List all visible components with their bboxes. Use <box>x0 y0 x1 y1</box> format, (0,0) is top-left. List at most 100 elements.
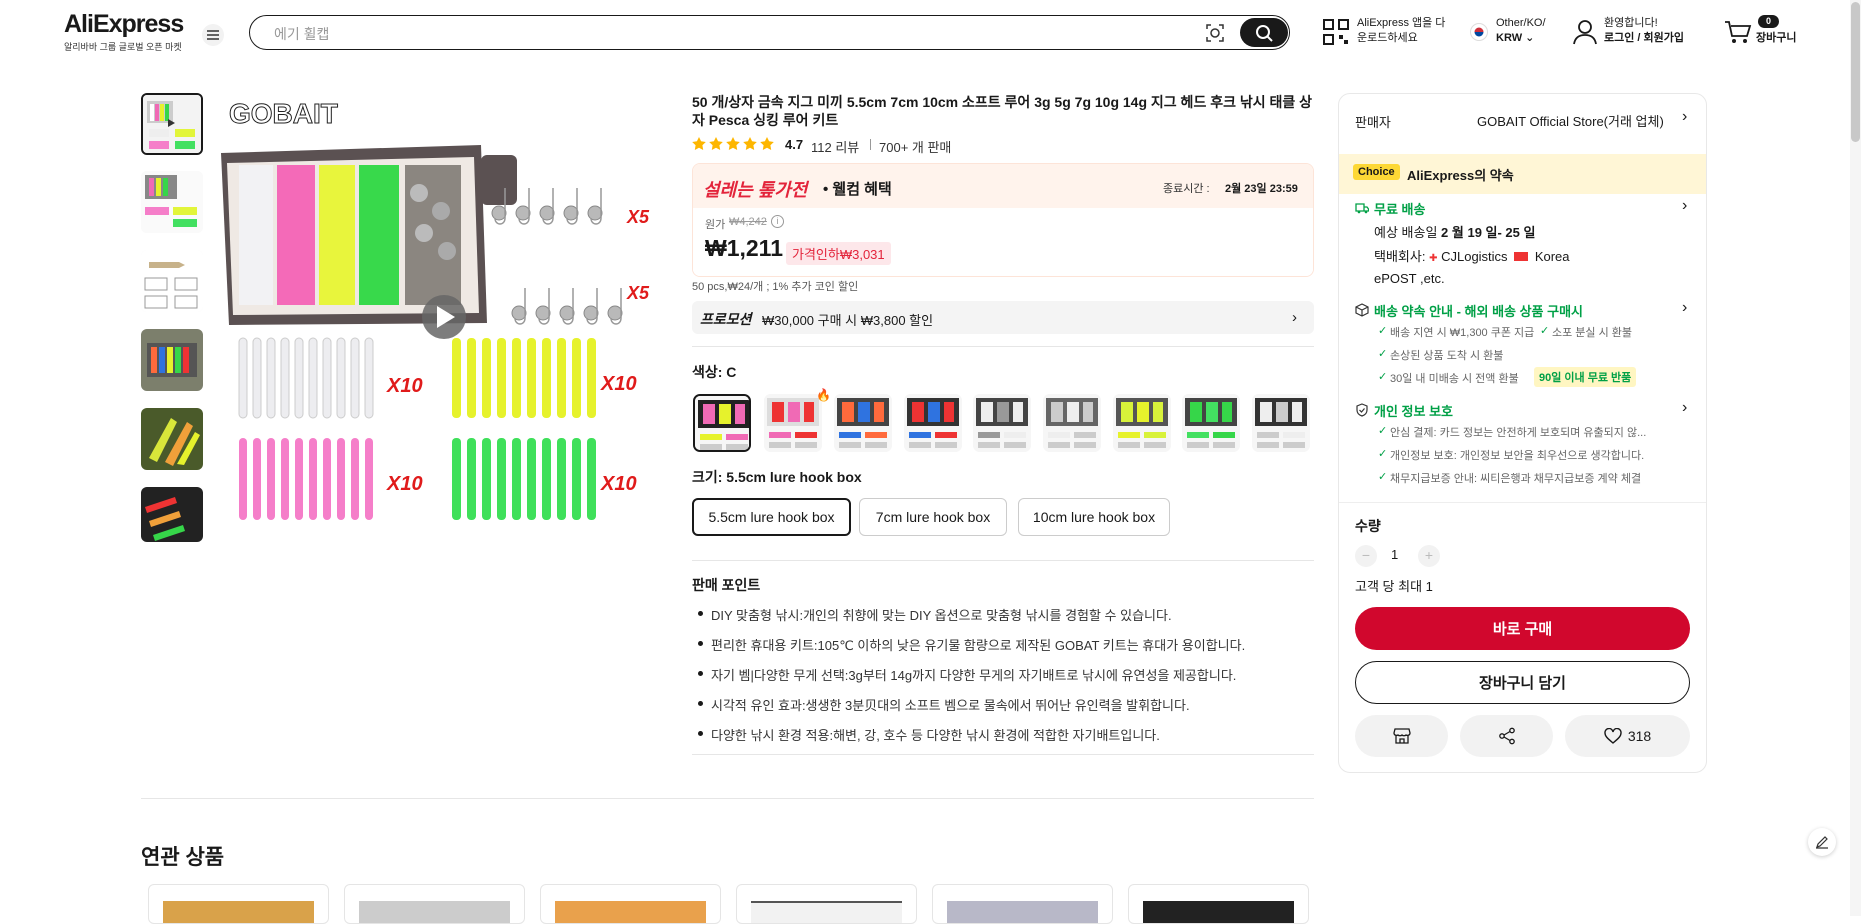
event-name: 설레는 톺가전 <box>703 180 808 200</box>
color-swatch-3[interactable] <box>834 394 892 452</box>
chevron-right-icon[interactable]: › <box>1682 399 1687 417</box>
divider <box>692 560 1314 561</box>
logo-tagline: 알리바바 그룹 글로벌 오픈 마켓 <box>64 42 182 52</box>
size-option-5-5cm[interactable]: 5.5cm lure hook box <box>692 498 851 536</box>
review-count[interactable]: 112 리뷰 <box>811 137 859 156</box>
rating-stars[interactable] <box>692 137 777 151</box>
info-icon[interactable]: i <box>771 215 784 228</box>
purchase-panel: 판매자 GOBAIT Official Store(거래 업체) › Choic… <box>1338 93 1707 773</box>
play-video-icon[interactable] <box>422 295 466 339</box>
coin-note: 50 pcs,₩24/개 ; 1% 추가 코인 할인 <box>692 281 859 293</box>
account-menu[interactable]: 환영합니다! 로그인 / 회원가입 <box>1604 16 1684 46</box>
color-swatch-7[interactable] <box>1113 394 1171 452</box>
share-button[interactable] <box>1460 715 1553 757</box>
divider <box>870 139 871 150</box>
chevron-right-icon[interactable]: › <box>1682 197 1687 215</box>
selling-point: 시각적 유인 효과:생생한 3분贝대의 소프트 벰으로 물속에서 뛰어난 유인력… <box>698 695 1190 714</box>
wishlist-button[interactable]: 318 <box>1565 715 1690 757</box>
guarantee-item: 손상된 상품 도착 시 환불 <box>1378 347 1503 363</box>
cj-logo-icon: ✚ <box>1429 253 1438 264</box>
aliexpress-logo[interactable]: AliExpress <box>64 10 184 39</box>
store-button[interactable] <box>1355 715 1448 757</box>
related-product-card[interactable] <box>932 884 1113 924</box>
selling-point: 다양한 낚시 환경 적용:해변, 강, 호수 등 다양한 낚시 환경에 적합한 … <box>698 725 1160 744</box>
menu-button[interactable] <box>202 24 224 46</box>
scrollbar-thumb[interactable] <box>1851 2 1860 142</box>
color-swatch-1[interactable] <box>693 394 751 452</box>
chevron-right-icon[interactable]: › <box>1682 108 1687 126</box>
add-to-cart-button[interactable]: 장바구니 담기 <box>1355 661 1690 704</box>
image-search-icon[interactable] <box>1204 22 1226 44</box>
cart-icon[interactable] <box>1724 20 1752 44</box>
related-product-card[interactable] <box>148 884 329 924</box>
thumbnail-2[interactable] <box>141 171 203 233</box>
search-button[interactable] <box>1240 18 1288 47</box>
delivery-guarantee-title[interactable]: 배송 약속 안내 - 해외 배송 상품 구매시 <box>1374 301 1583 320</box>
event-sub: • 웰컴 혜택 <box>823 181 892 198</box>
rating-value: 4.7 <box>785 137 804 152</box>
color-swatch-4[interactable] <box>904 394 962 452</box>
qr-code-icon[interactable] <box>1323 19 1349 45</box>
related-product-card[interactable] <box>540 884 721 924</box>
guarantee-item: 소포 분실 시 환불 <box>1540 324 1632 340</box>
quantity-increase-button[interactable]: + <box>1418 545 1440 567</box>
buy-now-button[interactable]: 바로 구매 <box>1355 607 1690 650</box>
cart-label[interactable]: 장바구니 <box>1756 31 1796 46</box>
price-section: 원가 ₩4,242 i ₩1,211 가격인하₩3,031 <box>693 208 1313 276</box>
hot-flame-icon: 🔥 <box>816 388 831 402</box>
shield-icon <box>1355 403 1369 417</box>
hamburger-icon <box>207 30 219 40</box>
app-download-link[interactable]: AliExpress 앱을 다 운로드하세요 <box>1357 16 1445 46</box>
heart-icon <box>1604 728 1622 744</box>
privacy-item: 개인정보 보호: 개인정보 보안을 최우선으로 생각합니다. <box>1378 447 1644 463</box>
color-swatch-8[interactable] <box>1182 394 1240 452</box>
original-price: ₩4,242 <box>729 216 767 228</box>
size-option-10cm[interactable]: 10cm lure hook box <box>1018 498 1170 536</box>
selling-point: 자기 벰|다양한 무게 선택:3g부터 14g까지 다양한 무게의 자기배트로 … <box>697 665 1236 684</box>
color-swatch-6[interactable] <box>1043 394 1101 452</box>
seller-label: 판매자 <box>1355 115 1391 130</box>
share-icon <box>1498 727 1516 745</box>
selling-points-heading: 판매 포인트 <box>692 577 761 593</box>
search-input[interactable]: 에기 휠캡 <box>274 24 329 44</box>
feedback-button[interactable] <box>1808 828 1836 856</box>
related-product-card[interactable] <box>1128 884 1309 924</box>
main-product-image[interactable]: GOBAIT X5 X5 X10 X10 X10 X10 <box>219 93 669 543</box>
thumbnail-4[interactable] <box>141 329 203 391</box>
selling-point: DIY 맞춤형 낚시:개인의 취향에 맞는 DIY 옵션으로 맞춤형 낚시를 경… <box>698 605 1172 624</box>
gobait-image-logo: GOBAIT <box>229 98 338 129</box>
thumbnail-6[interactable] <box>141 487 203 542</box>
related-product-card[interactable] <box>736 884 917 924</box>
selling-point: 편리한 휴대용 키트:105℃ 이하의 낮은 유기물 함량으로 제작된 GOBA… <box>697 635 1245 654</box>
search-bar[interactable]: 에기 휠캡 <box>249 15 1290 50</box>
locale-selector[interactable]: Other/KO/ KRW ⌄ <box>1496 16 1546 46</box>
divider <box>692 754 1314 755</box>
carrier-info: 택배회사: ✚ CJLogistics Korea ePOST ,etc. <box>1374 249 1570 286</box>
choice-banner: Choice AliExpress의 약속 <box>1339 154 1706 194</box>
promotion-text: ₩30,000 구매 시 ₩3,800 할인 <box>762 313 934 328</box>
color-swatch-2[interactable] <box>764 394 822 452</box>
size-option-7cm[interactable]: 7cm lure hook box <box>859 498 1007 536</box>
chevron-right-icon[interactable]: › <box>1682 299 1687 317</box>
sale-price: ₩1,211 <box>705 235 783 261</box>
thumbnail-5[interactable] <box>141 408 203 470</box>
image-label-x5-b: X5 <box>626 283 650 303</box>
quantity-decrease-button[interactable]: − <box>1355 545 1377 567</box>
thumbnail-1[interactable] <box>141 93 203 155</box>
image-label-x10-a: X10 <box>386 375 423 397</box>
promotion-bar[interactable]: 프로모션 ₩30,000 구매 시 ₩3,800 할인 › <box>692 301 1314 334</box>
divider <box>141 798 1314 799</box>
free-shipping-title[interactable]: 무료 배송 <box>1374 199 1425 218</box>
thumbnail-3[interactable] <box>141 250 203 312</box>
color-swatch-9[interactable] <box>1252 394 1310 452</box>
seller-name[interactable]: GOBAIT Official Store(거래 업체) <box>1477 111 1664 130</box>
user-icon[interactable] <box>1573 19 1597 45</box>
color-swatch-5[interactable] <box>973 394 1031 452</box>
end-label: 종료시간 : <box>1163 183 1210 195</box>
privacy-title[interactable]: 개인 정보 보호 <box>1374 401 1453 420</box>
related-product-card[interactable] <box>344 884 525 924</box>
pencil-icon <box>1815 835 1829 849</box>
product-title: 50 개/상자 금속 지그 미끼 5.5cm 7cm 10cm 소프트 루어 3… <box>692 94 1313 128</box>
quantity-value[interactable]: 1 <box>1391 547 1398 562</box>
wishlist-count: 318 <box>1627 728 1652 744</box>
